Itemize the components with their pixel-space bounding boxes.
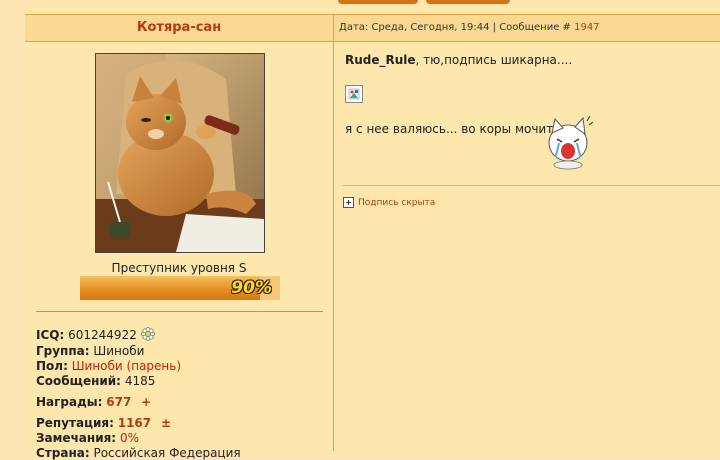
profile-icq: ICQ: 601244922 xyxy=(36,327,155,342)
page-left-stripe xyxy=(0,0,25,450)
user-avatar xyxy=(95,53,265,253)
country-label: Страна: xyxy=(36,446,90,460)
rep-value[interactable]: 1167 xyxy=(118,416,151,430)
profile-awards: Награды: 677 + xyxy=(36,395,151,409)
country-value: Российская Федерация xyxy=(93,446,241,460)
awards-value[interactable]: 677 xyxy=(106,395,131,409)
profile-warnings: Замечания: 0% xyxy=(36,431,139,445)
messages-label: Сообщений: xyxy=(36,374,121,388)
warn-label: Замечания: xyxy=(36,431,117,445)
post-date: Дата: Среда, Сегодня, 19:44 | Сообщение … xyxy=(339,22,575,33)
post-number-link[interactable]: 1947 xyxy=(574,22,599,33)
top-strip xyxy=(25,0,720,14)
level-percent: 90% xyxy=(231,278,272,298)
profile-group: Группа: Шиноби xyxy=(36,344,144,358)
gender-value: Шиноби (парень) xyxy=(71,359,182,373)
top-tab-button-2[interactable] xyxy=(426,0,510,4)
crying-cat-sticker xyxy=(548,115,593,170)
post-table: Котяра-сан Дата: Среда, Сегодня, 19:44 |… xyxy=(25,14,720,460)
rank-title: Преступник уровня S xyxy=(111,261,247,275)
broken-image-icon xyxy=(345,85,363,103)
quote-author[interactable]: Rude_Rule xyxy=(345,53,416,67)
rep-label: Репутация: xyxy=(36,416,114,430)
warn-value[interactable]: 0% xyxy=(120,431,139,445)
plus-box-icon[interactable] xyxy=(343,197,354,208)
post-meta: Дата: Среда, Сегодня, 19:44 | Сообщение … xyxy=(339,15,600,41)
column-divider xyxy=(333,15,334,451)
profile-messages: Сообщений: 4185 xyxy=(36,374,155,388)
post-header: Котяра-сан Дата: Среда, Сегодня, 19:44 |… xyxy=(25,15,720,42)
signature-toggle[interactable]: Подпись скрыта xyxy=(343,197,435,208)
profile-gender: Пол: Шиноби (парень) xyxy=(36,359,181,373)
group-label: Группа: xyxy=(36,344,90,358)
gender-label: Пол: xyxy=(36,359,68,373)
profile-country: Страна: Российская Федерация xyxy=(36,446,241,460)
top-tab-button-1[interactable] xyxy=(338,0,418,4)
awards-add-button[interactable]: + xyxy=(141,395,151,409)
messages-value: 4185 xyxy=(124,374,156,388)
icq-flower-icon[interactable] xyxy=(140,327,155,341)
signature-separator xyxy=(343,185,720,186)
signature-toggle-label[interactable]: Подпись скрыта xyxy=(358,198,435,208)
icq-label: ICQ: xyxy=(36,328,65,342)
post-body-quote: Rude_Rule, тю,подпись шикарна.... xyxy=(345,53,705,67)
group-value: Шиноби xyxy=(93,344,145,358)
profile-reputation: Репутация: 1167 ± xyxy=(36,416,171,430)
profile-separator xyxy=(36,311,323,312)
icq-value: 601244922 xyxy=(68,328,137,342)
post-body-text: я с нее валяюсь... во коры мочит... xyxy=(345,122,565,136)
awards-label: Награды: xyxy=(36,395,103,409)
author-name[interactable]: Котяра-сан xyxy=(25,15,333,41)
level-progress-bar: 90% xyxy=(80,276,280,300)
rep-change-button[interactable]: ± xyxy=(161,416,171,430)
quote-text: , тю,подпись шикарна.... xyxy=(415,53,573,67)
